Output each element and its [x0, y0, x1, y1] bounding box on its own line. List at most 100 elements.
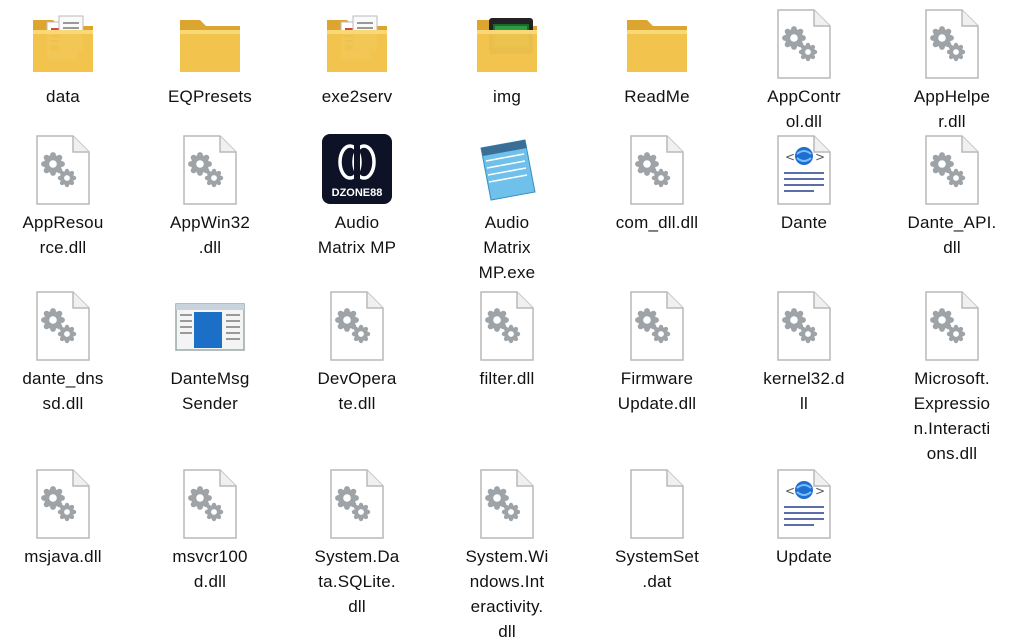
file-item-label: DevOpera te.dll	[284, 366, 430, 416]
blank-file-icon	[584, 468, 730, 548]
dll-file-icon	[137, 134, 283, 214]
file-item-label-line: ll	[800, 394, 808, 413]
folder-with-screen-icon	[434, 8, 580, 88]
file-item-label: SystemSet .dat	[584, 544, 730, 594]
file-item-label-line: ta.SQLite.	[318, 572, 396, 591]
svg-text:>: >	[815, 484, 825, 498]
file-item-systemset-dat[interactable]: SystemSet .dat	[584, 468, 730, 618]
file-item-label-line: Audio	[484, 213, 530, 232]
svg-text:DZONE88: DZONE88	[332, 187, 383, 199]
file-item-label-line: n.Interacti	[913, 419, 991, 438]
file-item-label-line: dll	[498, 622, 516, 641]
file-item-label: AppResou rce.dll	[0, 210, 136, 260]
file-item-label-line: System.Wi	[465, 547, 549, 566]
file-item-label-line: r.dll	[938, 112, 966, 131]
file-item-label-line: AppHelpe	[913, 87, 991, 106]
file-item-label-line: img	[493, 87, 521, 106]
dll-file-icon	[137, 468, 283, 548]
file-item-system-data-sqlite-dll[interactable]: System.Da ta.SQLite. dll	[284, 468, 430, 618]
file-item-label: exe2serv	[284, 84, 430, 109]
dll-file-icon	[0, 290, 136, 370]
file-item-label: msjava.dll	[0, 544, 136, 569]
dll-file-icon	[0, 134, 136, 214]
html-document-icon: < >	[731, 134, 877, 214]
file-item-label: filter.dll	[434, 366, 580, 391]
file-item-audio-matrix-mp-exe[interactable]: Audio Matrix MP.exe	[434, 134, 580, 284]
file-item-label-line: com_dll.dll	[615, 213, 699, 232]
file-item-label: EQPresets	[137, 84, 283, 109]
file-item-label-line: data	[46, 87, 80, 106]
file-item-label-line: Sender	[181, 394, 239, 413]
file-item-label-line: DevOpera	[317, 369, 397, 388]
file-item-label: Audio Matrix MP.exe	[434, 210, 580, 285]
file-item-audio-matrix-mp[interactable]: DZONE88 Audio Matrix MP	[284, 134, 430, 284]
file-item-dantemsgsender[interactable]: DanteMsg Sender	[137, 290, 283, 440]
svg-text:<: <	[785, 150, 795, 164]
file-item-label-line: ndows.Int	[469, 572, 545, 591]
file-item-label: msvcr100 d.dll	[137, 544, 283, 594]
dzone88-app-icon: DZONE88	[284, 134, 430, 214]
file-item-msjava-dll[interactable]: msjava.dll	[0, 468, 136, 618]
file-item-label: Update	[731, 544, 877, 569]
file-item-label-line: Audio	[334, 213, 380, 232]
file-item-label-line: Matrix MP	[317, 238, 397, 257]
app-window-icon	[137, 290, 283, 370]
file-item-label-line: ons.dll	[926, 444, 978, 463]
file-item-label-line: DanteMsg	[170, 369, 250, 388]
file-item-msvcr100d-dll[interactable]: msvcr100 d.dll	[137, 468, 283, 618]
file-item-firmwareupdate-dll[interactable]: Firmware Update.dll	[584, 290, 730, 440]
file-item-label-line: kernel32.d	[763, 369, 845, 388]
file-item-label-line: Expressio	[913, 394, 991, 413]
file-item-appresource-dll[interactable]: AppResou rce.dll	[0, 134, 136, 284]
dll-file-icon	[434, 468, 580, 548]
file-item-label-line: filter.dll	[479, 369, 535, 388]
file-item-label-line: exe2serv	[321, 87, 393, 106]
file-item-filter-dll[interactable]: filter.dll	[434, 290, 580, 440]
dll-file-icon	[284, 468, 430, 548]
file-item-label-line: Microsoft.	[914, 369, 990, 388]
file-item-com-dll-dll[interactable]: com_dll.dll	[584, 134, 730, 284]
file-item-dante-dnssd-dll[interactable]: dante_dns sd.dll	[0, 290, 136, 440]
file-item-dante-api-dll[interactable]: Dante_API. dll	[879, 134, 1010, 284]
folder-icon	[137, 8, 283, 88]
file-item-system-windows-interactivity-dll[interactable]: System.Wi ndows.Int eractivity. dll	[434, 468, 580, 641]
file-item-label-line: eractivity.	[470, 597, 544, 616]
file-item-label: DanteMsg Sender	[137, 366, 283, 416]
file-item-label-line: ReadMe	[624, 87, 690, 106]
svg-text:>: >	[815, 150, 825, 164]
dll-file-icon	[584, 134, 730, 214]
file-item-ms-expression-interactions-dll[interactable]: Microsoft. Expressio n.Interacti ons.dll	[879, 290, 1010, 463]
dll-file-icon	[584, 290, 730, 370]
file-item-label-line: msvcr100	[172, 547, 248, 566]
file-item-label-line: dll	[348, 597, 366, 616]
file-item-label-line: Dante	[780, 213, 828, 232]
file-item-label-line: AppResou	[22, 213, 104, 232]
file-item-label: Audio Matrix MP	[284, 210, 430, 260]
file-item-label: System.Da ta.SQLite. dll	[284, 544, 430, 619]
file-item-label: System.Wi ndows.Int eractivity. dll	[434, 544, 580, 644]
file-item-label-line: dante_dns	[22, 369, 104, 388]
notepad-icon	[434, 134, 580, 214]
file-item-update[interactable]: < > Update	[731, 468, 877, 618]
file-item-dante[interactable]: < > Dante	[731, 134, 877, 284]
file-item-label: img	[434, 84, 580, 109]
file-item-kernel32-dll[interactable]: kernel32.d ll	[731, 290, 877, 440]
file-item-label: Dante_API. dll	[879, 210, 1010, 260]
folder-with-documents-icon	[284, 8, 430, 88]
file-item-label-line: Update.dll	[617, 394, 697, 413]
file-item-label-line: ol.dll	[785, 112, 823, 131]
file-icon-grid: data EQPresets exe2serv img ReadMe AppCo…	[0, 0, 1010, 641]
dll-file-icon	[731, 8, 877, 88]
dll-file-icon	[879, 290, 1010, 370]
file-item-appwin32-dll[interactable]: AppWin32 .dll	[137, 134, 283, 284]
file-item-label: com_dll.dll	[584, 210, 730, 235]
file-item-label: AppWin32 .dll	[137, 210, 283, 260]
file-item-label: kernel32.d ll	[731, 366, 877, 416]
file-item-devoperate-dll[interactable]: DevOpera te.dll	[284, 290, 430, 440]
file-item-label: data	[0, 84, 136, 109]
file-item-label: ReadMe	[584, 84, 730, 109]
file-item-label-line: Dante_API.	[907, 213, 997, 232]
file-item-label: Microsoft. Expressio n.Interacti ons.dll	[879, 366, 1010, 466]
dll-file-icon	[879, 8, 1010, 88]
file-item-label-line: AppContr	[767, 87, 841, 106]
